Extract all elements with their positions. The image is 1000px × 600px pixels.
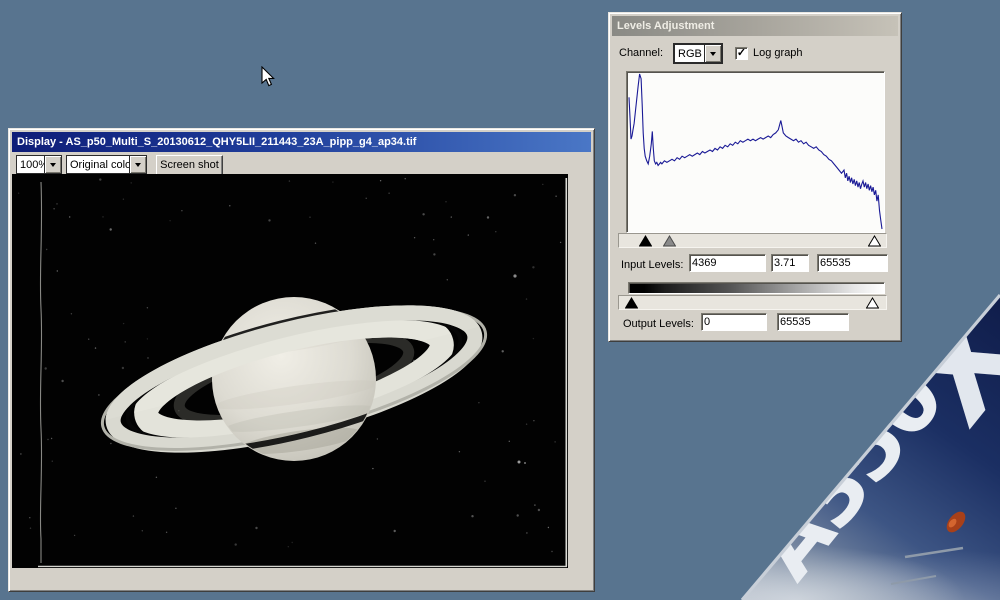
input-levels-label: Input Levels: [621, 259, 684, 271]
moon-dot [524, 462, 526, 464]
display-toolbar: 100% Original color Screen shot [12, 153, 591, 176]
channel-combo-value: RGB [678, 47, 702, 60]
mouse-cursor-icon [261, 66, 275, 87]
histogram-panel [626, 71, 885, 233]
output-low-field[interactable] [701, 313, 767, 331]
moon-dot [513, 274, 517, 278]
output-black-point-slider[interactable] [625, 297, 638, 309]
output-levels-label: Output Levels: [623, 318, 694, 330]
channel-label: Channel: [619, 47, 664, 59]
input-high-field[interactable] [817, 254, 888, 272]
saturn-image [17, 178, 568, 568]
channel-combo-arrow-button[interactable] [704, 45, 721, 62]
histogram-curve [628, 73, 883, 230]
color-mode-combo-arrow-button[interactable] [129, 156, 146, 173]
output-white-point-slider[interactable] [866, 297, 879, 309]
input-slider-track [618, 233, 887, 248]
image-canvas [12, 174, 568, 568]
levels-dialog: Levels Adjustment Channel: RGB ✓ Log gra… [608, 12, 902, 342]
output-gradient-bar [628, 282, 885, 294]
zoom-combo[interactable]: 100% [16, 155, 62, 174]
desktop: A350 X Display - AS_p50_Multi_S_20130612… [0, 0, 1000, 600]
log-graph-checkbox[interactable]: ✓ [735, 47, 748, 60]
channel-combo[interactable]: RGB [673, 43, 723, 64]
moon-dot [517, 460, 521, 464]
color-mode-combo[interactable]: Original color [66, 155, 147, 174]
display-window-title: Display - AS_p50_Multi_S_20130612_QHY5LI… [17, 136, 417, 148]
input-black-point-slider[interactable] [639, 235, 652, 247]
saturn [100, 297, 488, 461]
color-mode-combo-value: Original color [70, 158, 129, 171]
display-window: Display - AS_p50_Multi_S_20130612_QHY5LI… [8, 128, 595, 592]
display-window-titlebar[interactable]: Display - AS_p50_Multi_S_20130612_QHY5LI… [12, 132, 591, 152]
levels-dialog-titlebar[interactable]: Levels Adjustment [612, 16, 898, 36]
screenshot-button[interactable]: Screen shot [156, 155, 223, 176]
zoom-combo-value: 100% [20, 158, 44, 171]
log-graph-label: Log graph [753, 47, 803, 59]
stacking-edge-artifact-left [39, 181, 43, 563]
input-white-point-slider[interactable] [868, 235, 881, 247]
input-low-field[interactable] [689, 254, 766, 272]
chevron-down-icon [710, 52, 716, 59]
output-slider-track [618, 295, 887, 310]
zoom-combo-arrow-button[interactable] [44, 156, 61, 173]
input-gamma-field[interactable] [771, 254, 809, 272]
histogram-plot [628, 73, 883, 230]
input-gamma-slider[interactable] [663, 235, 676, 247]
levels-dialog-title: Levels Adjustment [617, 20, 715, 32]
chevron-down-icon [50, 163, 56, 170]
chevron-down-icon [135, 163, 141, 170]
output-high-field[interactable] [777, 313, 849, 331]
checkmark-icon: ✓ [736, 47, 747, 59]
